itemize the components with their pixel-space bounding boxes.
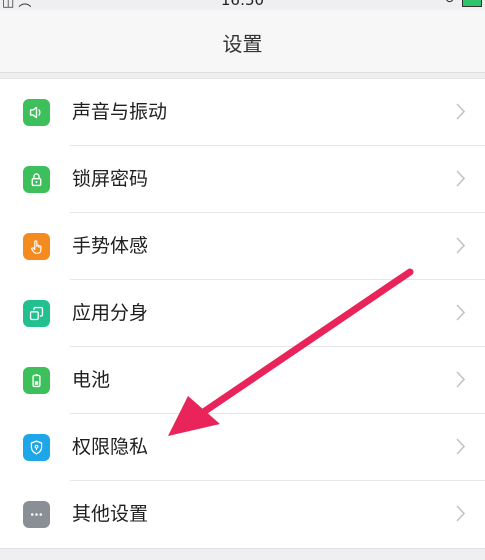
chevron-right-icon <box>456 237 465 254</box>
settings-item-label: 权限隐私 <box>72 436 149 458</box>
more-dots-icon <box>23 501 50 528</box>
hand-gesture-icon <box>23 233 50 260</box>
status-bar: ◫ ︵ 16:50 ↻ <box>0 0 485 10</box>
speaker-icon <box>23 99 50 126</box>
settings-list: 声音与振动 锁屏密码 手势体感 应用分身 电池 权限隐私 其他设置 <box>0 78 485 549</box>
status-time: 16:50 <box>220 0 265 9</box>
battery-icon <box>23 367 50 394</box>
lock-icon <box>23 166 50 193</box>
settings-item-label: 手势体感 <box>72 235 149 257</box>
chevron-right-icon <box>456 103 465 120</box>
settings-item-lock-password[interactable]: 锁屏密码 <box>0 146 485 213</box>
chevron-right-icon <box>456 438 465 455</box>
settings-item-label: 声音与振动 <box>72 101 168 123</box>
chevron-right-icon <box>456 304 465 321</box>
battery-status-icon <box>462 0 482 7</box>
settings-item-battery[interactable]: 电池 <box>0 347 485 414</box>
settings-item-label: 锁屏密码 <box>72 168 149 190</box>
settings-item-gesture-motion[interactable]: 手势体感 <box>0 213 485 280</box>
chevron-right-icon <box>456 371 465 388</box>
settings-item-app-clone[interactable]: 应用分身 <box>0 280 485 347</box>
settings-item-sound-vibration[interactable]: 声音与振动 <box>0 79 485 146</box>
page-title: 设置 <box>222 32 263 56</box>
navigation-bar: 设置 <box>0 10 485 73</box>
app-clone-icon <box>23 300 50 327</box>
settings-item-permissions-privacy[interactable]: 权限隐私 <box>0 414 485 481</box>
settings-item-other-settings[interactable]: 其他设置 <box>0 481 485 548</box>
settings-item-label: 电池 <box>72 369 111 391</box>
shield-icon <box>23 434 50 461</box>
chevron-right-icon <box>456 505 465 522</box>
chevron-right-icon <box>456 170 465 187</box>
settings-item-label: 其他设置 <box>72 503 149 525</box>
sync-icon: ↻ <box>444 0 455 7</box>
settings-item-label: 应用分身 <box>72 302 149 324</box>
